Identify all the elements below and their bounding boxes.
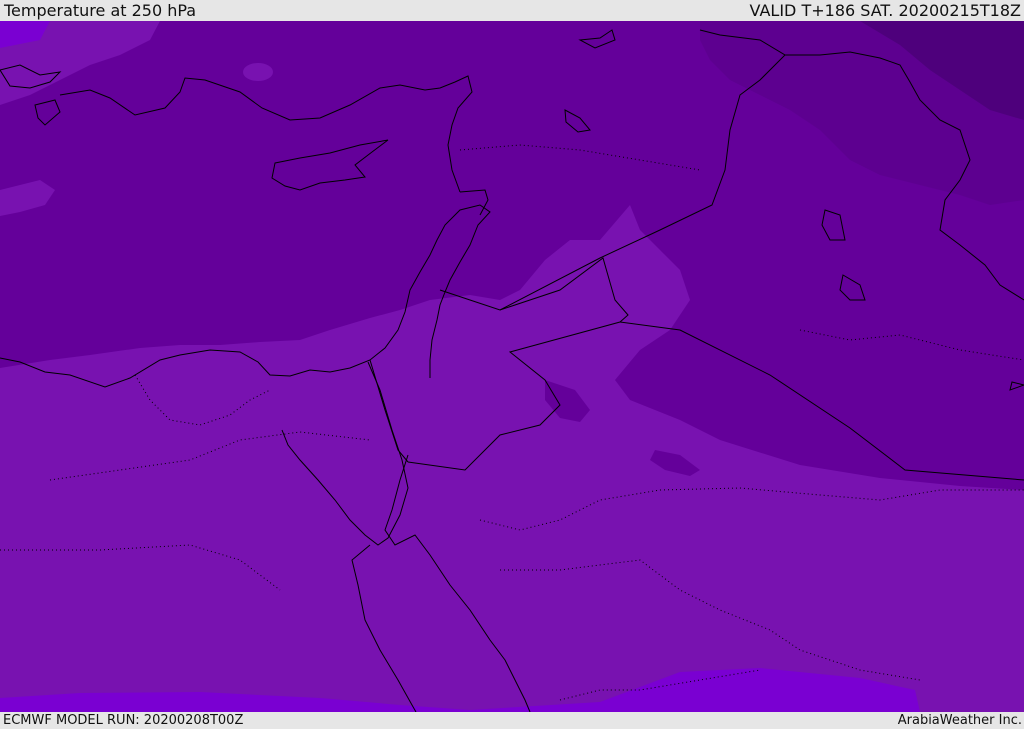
- map-title: Temperature at 250 hPa: [4, 1, 197, 20]
- band-light-spot: [243, 63, 273, 81]
- credit-label: ArabiaWeather Inc.: [897, 713, 1022, 728]
- model-run-label: ECMWF MODEL RUN: 20200208T00Z: [3, 713, 244, 728]
- valid-time: VALID T+186 SAT. 20200215T18Z: [749, 1, 1021, 20]
- header-bar: Temperature at 250 hPa VALID T+186 SAT. …: [0, 0, 1024, 21]
- footer-bar: ECMWF MODEL RUN: 20200208T00Z ArabiaWeat…: [0, 712, 1024, 729]
- temperature-map[interactable]: [0, 21, 1024, 712]
